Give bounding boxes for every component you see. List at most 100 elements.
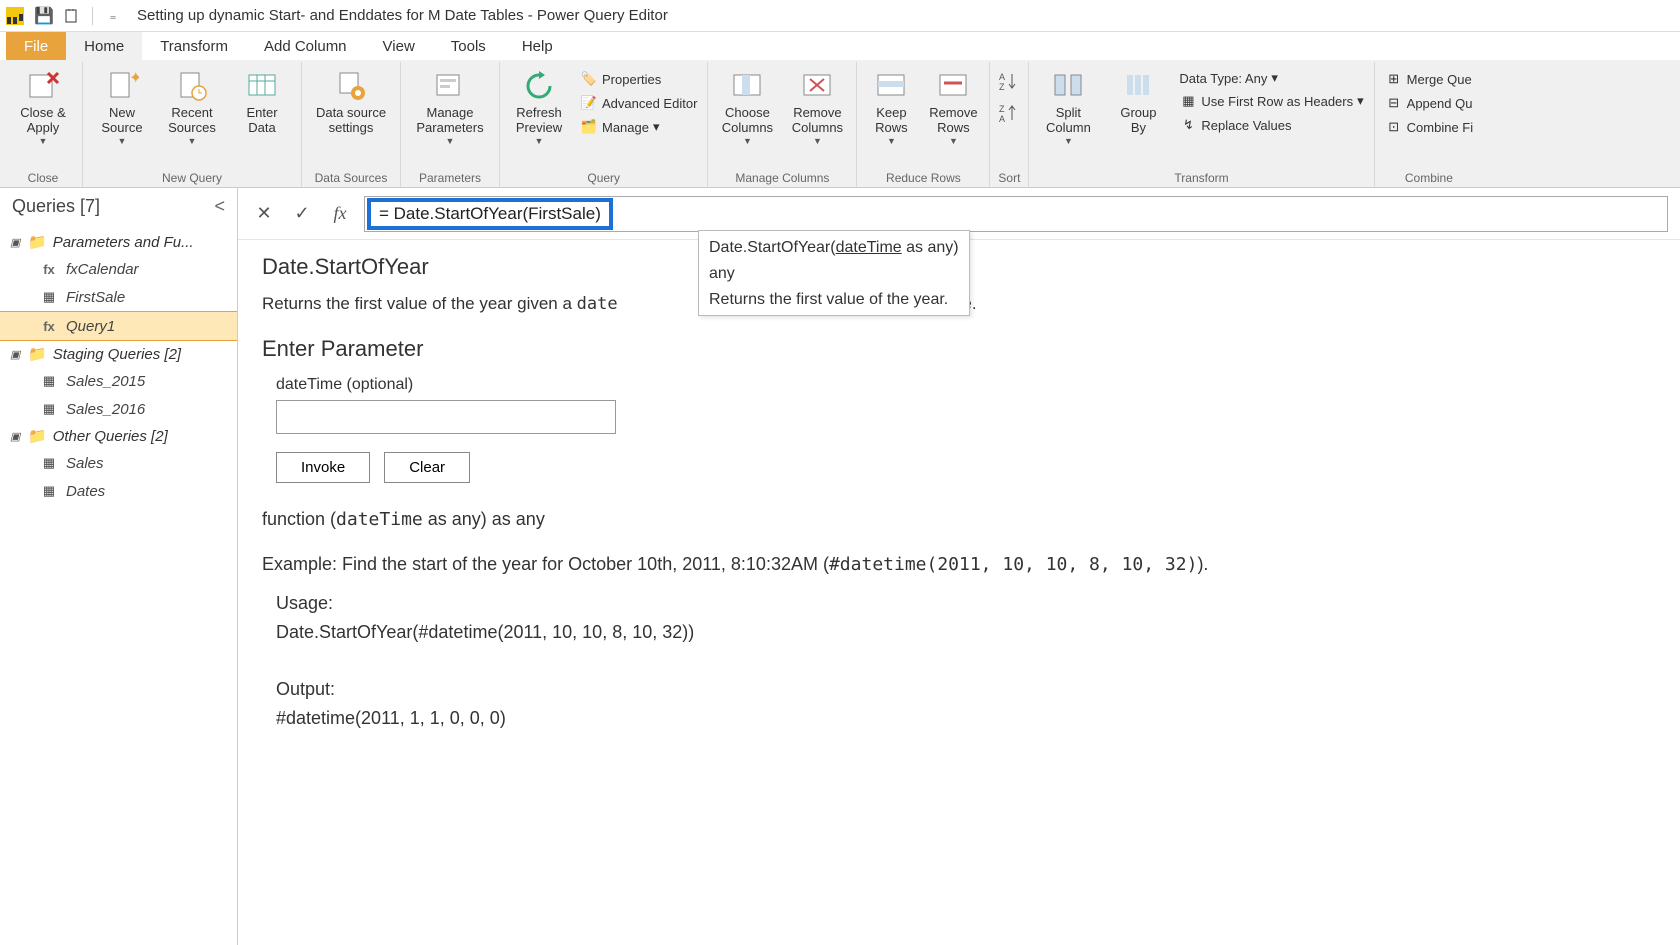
fx-button[interactable]: fx	[326, 200, 354, 228]
svg-text:✦: ✦	[129, 70, 139, 87]
tree-item-firstsale[interactable]: ▦ FirstSale	[0, 283, 237, 311]
tree-group-label: Other Queries [2]	[53, 428, 168, 445]
sort-asc-button[interactable]: AZ	[996, 68, 1022, 94]
tab-help[interactable]: Help	[504, 32, 571, 60]
queries-pane: Queries [7] < ▣ 📁 Parameters and Fu... f…	[0, 188, 238, 945]
tree-item-dates[interactable]: ▦ Dates	[0, 477, 237, 505]
clear-button[interactable]: Clear	[384, 452, 470, 483]
merge-queries-button[interactable]: ⊞Merge Que	[1381, 68, 1477, 90]
tab-view[interactable]: View	[365, 32, 433, 60]
group-label-parameters: Parameters	[419, 169, 481, 187]
caret-down-icon: ▣	[10, 430, 22, 443]
formula-input[interactable]: = Date.StartOfYear(FirstSale)	[364, 196, 1668, 232]
first-row-headers-label: Use First Row as Headers	[1201, 94, 1353, 109]
group-label-sort: Sort	[998, 169, 1020, 187]
group-by-button[interactable]: Group By	[1105, 66, 1171, 138]
cancel-formula-button[interactable]: ✕	[250, 200, 278, 228]
tree-group-staging[interactable]: ▣ 📁 Staging Queries [2]	[0, 341, 237, 367]
tree-group-other[interactable]: ▣ 📁 Other Queries [2]	[0, 423, 237, 449]
undo-icon[interactable]	[62, 6, 82, 26]
queries-pane-header: Queries [7] <	[0, 188, 237, 225]
enter-data-icon	[244, 68, 280, 104]
save-icon[interactable]: 💾	[34, 6, 54, 26]
funcline-code: dateTime	[336, 509, 423, 530]
close-apply-button[interactable]: Close & Apply ▼	[10, 66, 76, 148]
tree-item-label: Query1	[66, 318, 115, 335]
function-signature: function (dateTime as any) as any	[262, 509, 1656, 530]
properties-button[interactable]: 🏷️Properties	[576, 68, 701, 90]
combine-files-label: Combine Fi	[1407, 120, 1473, 135]
dropdown-arrow-icon: ▼	[743, 136, 752, 146]
tab-transform[interactable]: Transform	[142, 32, 246, 60]
refresh-preview-label: Refresh Preview	[516, 106, 562, 136]
intellisense-tooltip: Date.StartOfYear(dateTime as any) any Re…	[698, 230, 970, 316]
keep-rows-label: Keep Rows	[875, 106, 908, 136]
tab-addcolumn[interactable]: Add Column	[246, 32, 365, 60]
tree-item-sales2015[interactable]: ▦ Sales_2015	[0, 367, 237, 395]
dropdown-arrow-icon: ▼	[39, 136, 48, 146]
example-heading: Example: Find the start of the year for …	[262, 554, 1656, 575]
dropdown-arrow-icon: ▼	[887, 136, 896, 146]
new-source-button[interactable]: ✦ New Source ▼	[89, 66, 155, 148]
advanced-editor-button[interactable]: 📝Advanced Editor	[576, 92, 701, 114]
tree-item-fxcalendar[interactable]: fx fxCalendar	[0, 255, 237, 283]
replace-values-button[interactable]: ↯Replace Values	[1175, 114, 1367, 136]
example-pre: Example: Find the start of the year for …	[262, 554, 829, 574]
advanced-editor-label: Advanced Editor	[602, 96, 697, 111]
tree-item-sales2016[interactable]: ▦ Sales_2016	[0, 395, 237, 423]
qat-dropdown-icon[interactable]: ₌	[103, 6, 123, 26]
formula-arg: FirstSale	[528, 204, 595, 223]
tab-tools[interactable]: Tools	[433, 32, 504, 60]
queries-tree: ▣ 📁 Parameters and Fu... fx fxCalendar ▦…	[0, 225, 237, 509]
tree-item-label: fxCalendar	[66, 261, 139, 278]
svg-text:Z: Z	[999, 104, 1005, 114]
param-input[interactable]	[276, 400, 616, 434]
new-source-icon: ✦	[104, 68, 140, 104]
data-type-button[interactable]: Data Type: Any ▾	[1175, 68, 1367, 88]
usage-label: Usage:	[276, 589, 1656, 618]
tree-item-label: Dates	[66, 483, 105, 500]
remove-rows-button[interactable]: Remove Rows ▼	[923, 66, 983, 148]
tree-group-label: Staging Queries [2]	[53, 346, 181, 363]
sort-desc-button[interactable]: ZA	[996, 100, 1022, 126]
invoke-button[interactable]: Invoke	[276, 452, 370, 483]
main-content: ✕ ✓ fx = Date.StartOfYear(FirstSale) Dat…	[238, 188, 1680, 945]
refresh-preview-button[interactable]: Refresh Preview ▼	[506, 66, 572, 148]
dropdown-arrow-icon: ▼	[813, 136, 822, 146]
combine-files-button[interactable]: ⊡Combine Fi	[1381, 116, 1477, 138]
data-source-settings-label: Data source settings	[316, 106, 386, 136]
remove-columns-button[interactable]: Remove Columns ▼	[784, 66, 850, 148]
first-row-headers-button[interactable]: ▦Use First Row as Headers ▾	[1175, 90, 1367, 112]
group-parameters: Manage Parameters ▼ Parameters	[401, 62, 500, 187]
keep-rows-icon	[873, 68, 909, 104]
tree-item-query1[interactable]: fx Query1	[0, 311, 237, 341]
split-column-button[interactable]: Split Column ▼	[1035, 66, 1101, 148]
enter-data-button[interactable]: Enter Data	[229, 66, 295, 138]
tooltip-signature: Date.StartOfYear(dateTime as any)	[709, 237, 959, 257]
tree-group-parameters[interactable]: ▣ 📁 Parameters and Fu...	[0, 229, 237, 255]
tooltip-sig-post: as any)	[902, 239, 959, 256]
keep-rows-button[interactable]: Keep Rows ▼	[863, 66, 919, 148]
manage-button[interactable]: 🗂️Manage ▾	[576, 116, 701, 138]
tree-item-sales[interactable]: ▦ Sales	[0, 449, 237, 477]
collapse-pane-icon[interactable]: <	[214, 196, 225, 217]
workspace: Queries [7] < ▣ 📁 Parameters and Fu... f…	[0, 188, 1680, 945]
manage-parameters-button[interactable]: Manage Parameters ▼	[407, 66, 493, 148]
group-query: Refresh Preview ▼ 🏷️Properties 📝Advanced…	[500, 62, 708, 187]
svg-text:Z: Z	[999, 82, 1005, 92]
append-queries-button[interactable]: ⊟Append Qu	[1381, 92, 1477, 114]
data-source-settings-button[interactable]: Data source settings	[308, 66, 394, 138]
tooltip-sig-param: dateTime	[836, 239, 902, 256]
tab-file[interactable]: File	[6, 32, 66, 60]
accept-formula-button[interactable]: ✓	[288, 200, 316, 228]
ribbon-tabs: File Home Transform Add Column View Tool…	[0, 32, 1680, 60]
group-by-icon	[1120, 68, 1156, 104]
gear-icon	[333, 68, 369, 104]
choose-columns-button[interactable]: Choose Columns ▼	[714, 66, 780, 148]
remove-columns-icon	[799, 68, 835, 104]
group-label-newquery: New Query	[162, 169, 222, 187]
recent-sources-button[interactable]: Recent Sources ▼	[159, 66, 225, 148]
group-label-managecolumns: Manage Columns	[735, 169, 829, 187]
tab-home[interactable]: Home	[66, 32, 142, 60]
folder-icon: 📁	[28, 427, 47, 445]
